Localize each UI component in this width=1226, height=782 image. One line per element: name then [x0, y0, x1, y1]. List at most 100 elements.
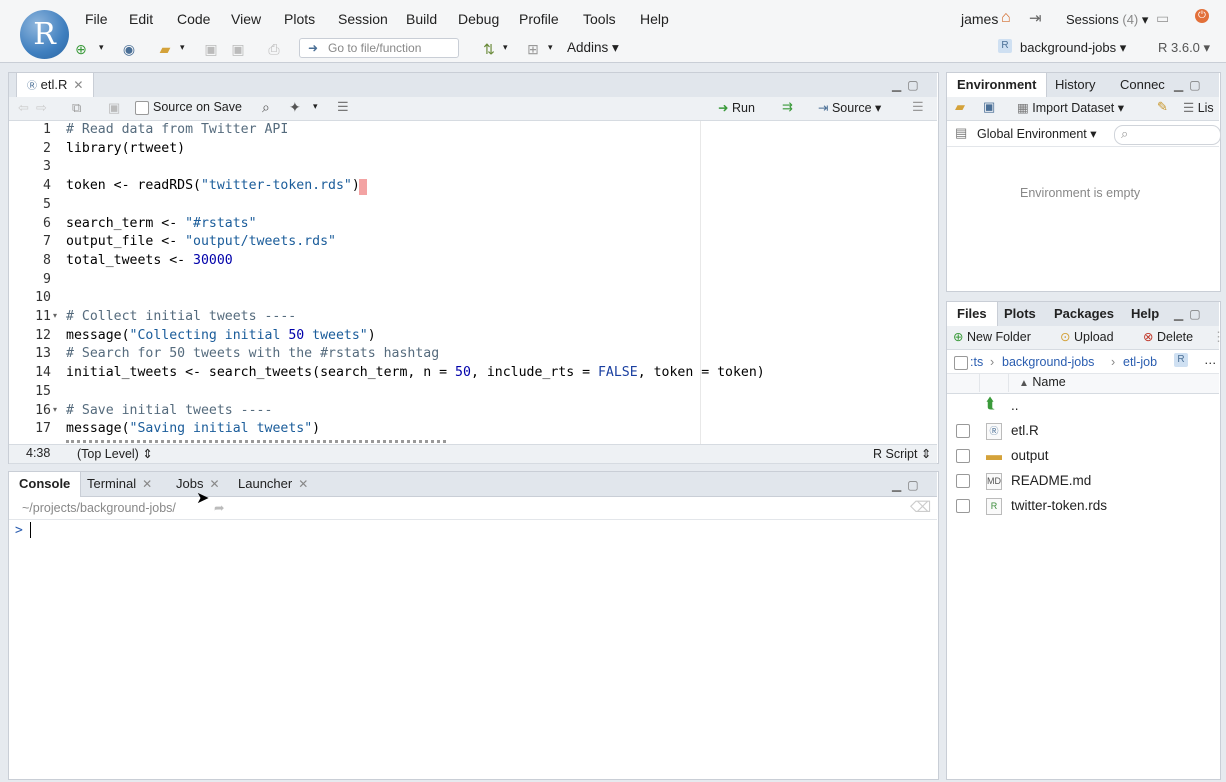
list-item[interactable]: Ⓡetl.R — [947, 419, 1219, 444]
window-controls[interactable]: ▁▢ — [1174, 78, 1207, 92]
close-icon[interactable]: ✕ — [298, 477, 308, 491]
menu-code[interactable]: Code — [177, 11, 210, 27]
menu-view[interactable]: View — [231, 11, 261, 27]
tab-packages[interactable]: Packages — [1044, 302, 1124, 326]
scope-menu[interactable]: (Top Level) ⇕ — [77, 446, 153, 461]
file-checkbox[interactable] — [956, 449, 970, 463]
chevron-down-icon[interactable]: ▾ — [180, 42, 185, 53]
r-version-menu[interactable]: R 3.6.0 ▾ — [1158, 40, 1210, 56]
load-workspace-icon[interactable]: ▰ — [955, 99, 965, 115]
home-icon[interactable]: ⌂ — [1001, 9, 1011, 27]
broom-icon[interactable]: ✎ — [1157, 99, 1168, 115]
import-dataset-menu[interactable]: ▦ Import Dataset ▾ — [1017, 100, 1124, 115]
menu-file[interactable]: File — [85, 11, 108, 27]
console-input[interactable] — [9, 520, 937, 777]
fold-toggle-icon[interactable]: ▾ — [53, 311, 57, 320]
project-menu[interactable]: background-jobs ▾ — [1020, 40, 1126, 56]
forward-icon[interactable]: ⇨ — [36, 100, 47, 116]
close-icon[interactable]: ✕ — [142, 477, 152, 491]
outline-icon[interactable]: ☰ — [337, 99, 349, 115]
new-folder-button[interactable]: ⊕ New Folder — [953, 329, 1031, 344]
menu-profile[interactable]: Profile — [519, 11, 559, 27]
file-checkbox[interactable] — [956, 499, 970, 513]
file-checkbox[interactable] — [956, 474, 970, 488]
file-checkbox[interactable] — [956, 424, 970, 438]
window-controls[interactable]: ▁▢ — [1174, 307, 1207, 321]
source-button[interactable]: ⇥ Source ▾ — [818, 100, 881, 115]
window-controls[interactable]: ▁▢ — [892, 478, 925, 492]
file-name[interactable]: etl.R — [1011, 423, 1039, 438]
list-view-menu[interactable]: ☰ Lis — [1183, 100, 1214, 115]
search-icon[interactable]: ⌕ — [262, 99, 270, 116]
environment-scope-menu[interactable]: Global Environment ▾ — [977, 126, 1097, 141]
tab-etl-r[interactable]: Ⓡ etl.R ✕ — [16, 73, 95, 98]
menu-debug[interactable]: Debug — [458, 11, 499, 27]
rename-icon[interactable]: ⋮ — [1212, 329, 1225, 345]
print-icon[interactable]: ⎙ — [265, 40, 283, 58]
menu-build[interactable]: Build — [406, 11, 437, 27]
delete-button[interactable]: ⊗ Delete — [1143, 329, 1193, 344]
menu-session[interactable]: Session — [338, 11, 388, 27]
pane-layout-icon[interactable]: ⊞ — [524, 40, 542, 58]
file-type-menu[interactable]: R Script ⇕ — [873, 446, 931, 461]
chevron-down-icon[interactable]: ▾ — [503, 42, 508, 53]
save-icon[interactable]: ▣ — [202, 40, 220, 58]
back-icon[interactable]: ⇦ — [18, 100, 29, 116]
code-editor[interactable]: 1 # Read data from Twitter API 2 library(rt… — [9, 121, 937, 444]
new-file-icon[interactable]: ⊕ — [72, 40, 90, 58]
close-icon[interactable]: ✕ — [209, 477, 219, 491]
save-all-icon[interactable]: ▣ — [229, 40, 247, 58]
new-project-icon[interactable]: ◉ — [120, 40, 138, 58]
run-button[interactable]: ➜ Run — [718, 100, 755, 115]
tab-files[interactable]: Files — [946, 302, 998, 327]
select-all-checkbox[interactable] — [954, 356, 968, 370]
clear-console-icon[interactable]: ⌫ — [910, 498, 931, 516]
list-item[interactable]: ⮬ .. — [947, 394, 1219, 419]
environment-search-input[interactable]: ⌕ — [1114, 125, 1221, 145]
document-outline-icon[interactable]: ☰ — [912, 99, 924, 115]
menu-edit[interactable]: Edit — [129, 11, 153, 27]
menu-plots[interactable]: Plots — [284, 11, 315, 27]
git-icon[interactable]: ⇅ — [480, 40, 498, 58]
list-item[interactable]: Rtwitter-token.rds — [947, 494, 1219, 519]
file-name[interactable]: twitter-token.rds — [1011, 498, 1107, 513]
window-controls[interactable]: ▁▢ — [892, 78, 925, 92]
tab-help[interactable]: Help — [1121, 302, 1169, 326]
save-workspace-icon[interactable]: ▣ — [983, 99, 995, 115]
file-name[interactable]: output — [1011, 448, 1049, 463]
list-item[interactable]: ▬ output — [947, 444, 1219, 469]
sessions-menu[interactable]: Sessions (4) ▾ — [1066, 12, 1148, 28]
power-icon[interactable]: ⏻ — [1195, 9, 1209, 23]
show-in-window-icon[interactable]: ⧉ — [72, 100, 81, 116]
tab-launcher[interactable]: Launcher ✕ — [228, 472, 318, 496]
tab-connections[interactable]: Connec — [1110, 73, 1175, 97]
menu-tools[interactable]: Tools — [583, 11, 616, 27]
breadcrumb-item[interactable]: etl-job — [1123, 355, 1157, 369]
tab-plots[interactable]: Plots — [994, 302, 1046, 326]
magic-wand-icon[interactable]: ✦ — [289, 99, 301, 116]
tab-terminal[interactable]: Terminal ✕ — [77, 472, 162, 496]
go-to-file-input[interactable]: ➜ Go to file/function — [299, 38, 459, 58]
open-folder-icon[interactable]: ▰ — [156, 40, 174, 58]
chevron-down-icon[interactable]: ▾ — [548, 42, 553, 53]
project-icon[interactable]: R — [1174, 353, 1188, 367]
new-session-icon[interactable]: ▭ — [1156, 10, 1169, 27]
working-directory[interactable]: ~/projects/background-jobs/ — [22, 501, 176, 515]
source-on-save-checkbox[interactable] — [135, 101, 149, 115]
breadcrumb-item[interactable]: :ts — [970, 355, 983, 369]
fold-toggle-icon[interactable]: ▾ — [53, 405, 57, 414]
tab-history[interactable]: History — [1045, 73, 1105, 97]
chevron-down-icon[interactable]: ▾ — [313, 101, 318, 112]
file-name[interactable]: README.md — [1011, 473, 1091, 488]
tab-console[interactable]: Console — [8, 472, 82, 497]
addins-menu[interactable]: Addins ▾ — [567, 40, 619, 56]
save-icon[interactable]: ▣ — [108, 100, 120, 116]
more-icon[interactable]: … — [1204, 353, 1217, 367]
rerun-icon[interactable]: ⇉ — [782, 99, 793, 115]
list-item[interactable]: MD README.md — [947, 469, 1219, 494]
go-to-directory-icon[interactable]: ➦ — [214, 500, 224, 515]
tab-environment[interactable]: Environment — [946, 73, 1048, 98]
sign-out-icon[interactable]: ⇥ — [1029, 9, 1042, 27]
menu-help[interactable]: Help — [640, 11, 669, 27]
breadcrumb-item[interactable]: background-jobs — [1002, 355, 1094, 369]
